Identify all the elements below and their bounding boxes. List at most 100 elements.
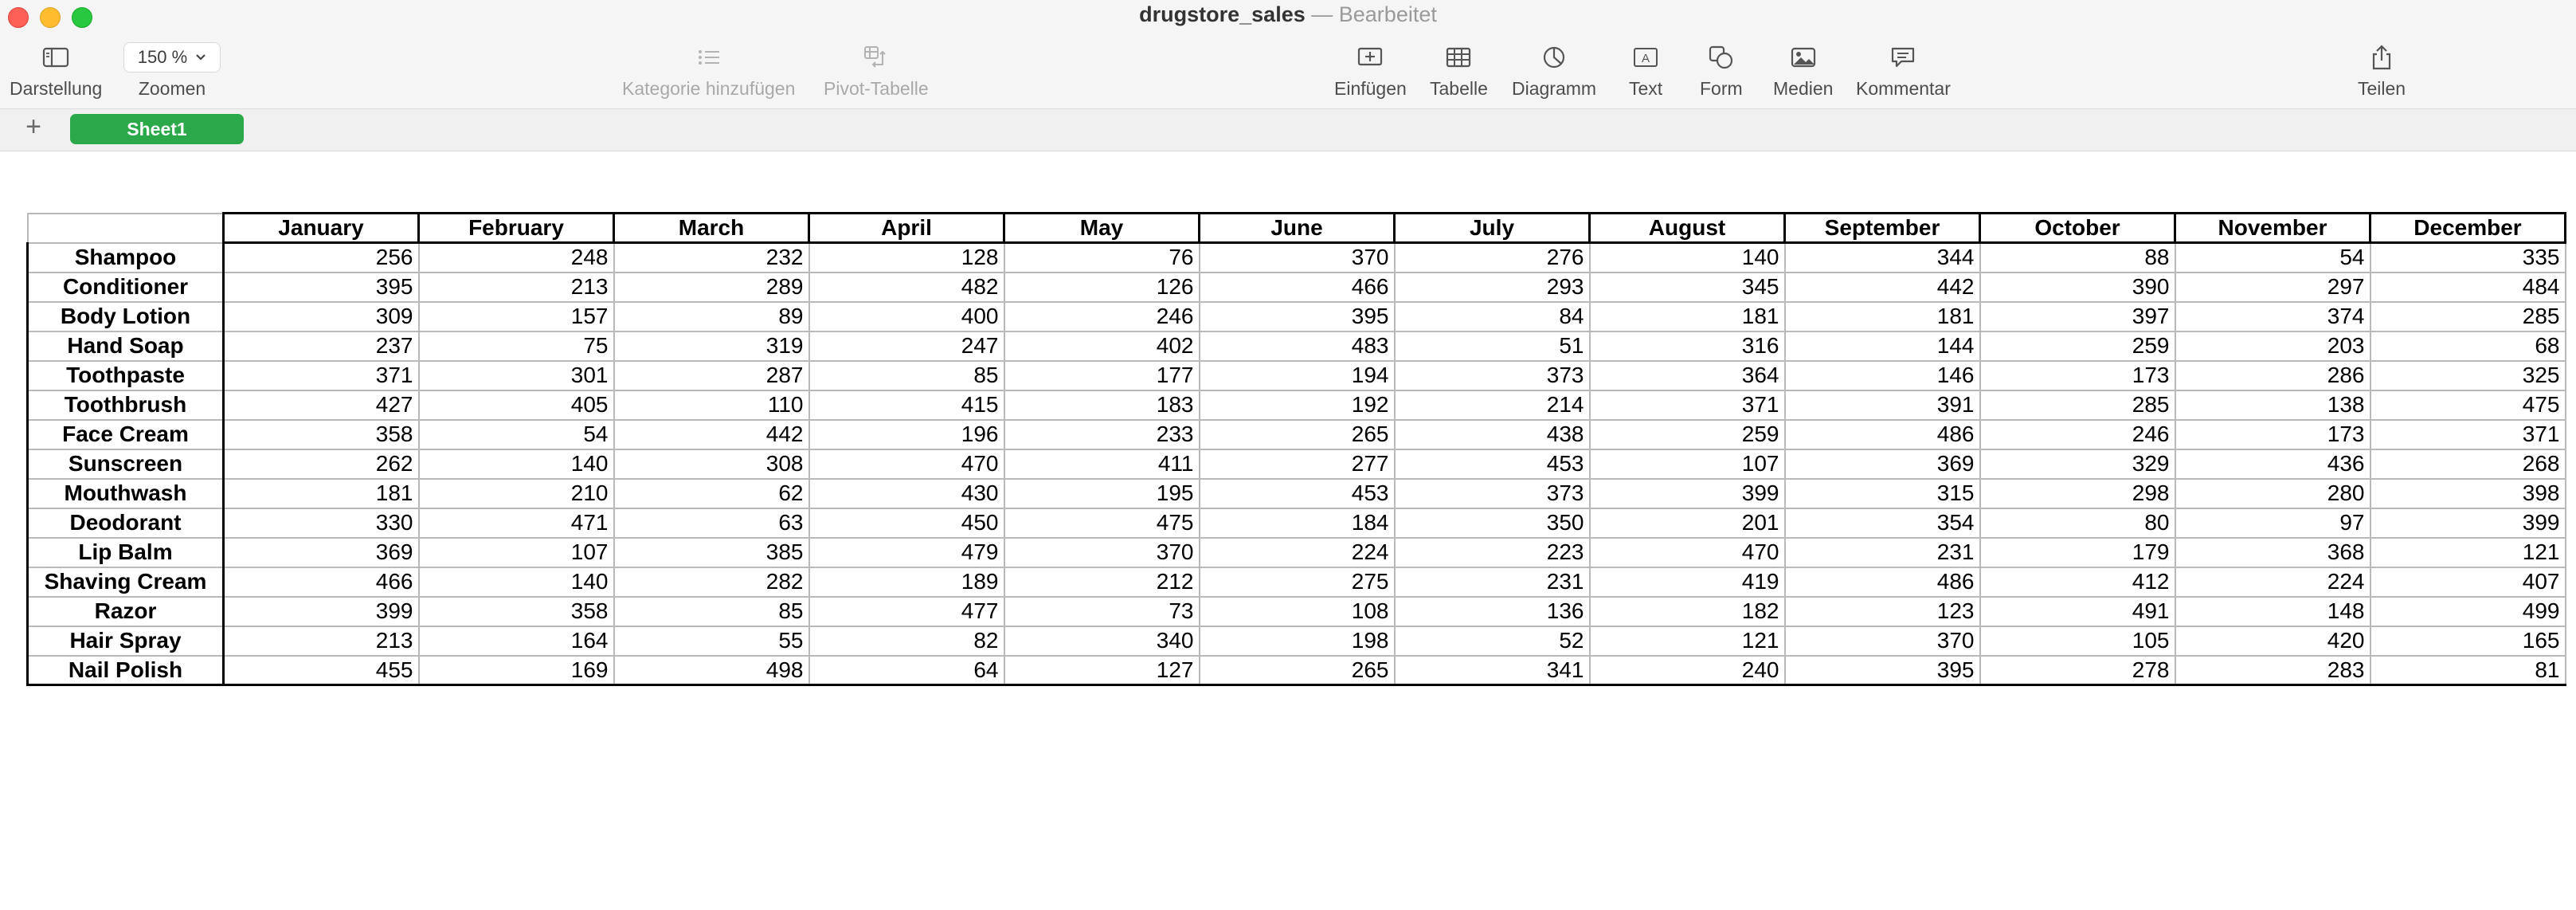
table-cell[interactable]: 358 [222, 418, 420, 450]
table-cell[interactable]: 210 [417, 477, 615, 509]
table-cell[interactable]: 237 [222, 330, 420, 362]
table-cell[interactable]: 179 [1979, 536, 2176, 568]
comment-button[interactable]: Kommentar [1856, 41, 1951, 100]
zoom-control[interactable]: 150 % Zoomen [123, 41, 221, 100]
table-cell[interactable]: 479 [808, 536, 1005, 568]
table-cell[interactable]: 385 [613, 536, 810, 568]
shape-button[interactable]: Form [1700, 41, 1743, 100]
row-header[interactable]: Nail Polish [26, 654, 225, 686]
table-cell[interactable]: 196 [808, 418, 1005, 450]
table-cell[interactable]: 450 [808, 507, 1005, 539]
table-cell[interactable]: 107 [1588, 448, 1786, 480]
column-header[interactable]: January [222, 212, 420, 244]
row-header[interactable]: Hand Soap [26, 330, 225, 362]
table-cell[interactable]: 231 [1393, 566, 1591, 598]
table-cell[interactable]: 108 [1198, 595, 1396, 627]
share-button[interactable]: Teilen [2358, 41, 2406, 100]
table-cell[interactable]: 144 [1783, 330, 1981, 362]
table-cell[interactable]: 81 [2369, 654, 2566, 686]
table-cell[interactable]: 262 [222, 448, 420, 480]
table-cell[interactable]: 194 [1198, 359, 1396, 391]
column-header[interactable]: October [1979, 212, 2176, 244]
text-button[interactable]: A Text [1629, 41, 1662, 100]
table-cell[interactable]: 76 [1003, 241, 1200, 273]
table-cell[interactable]: 325 [2369, 359, 2566, 391]
chart-button[interactable]: Diagramm [1512, 41, 1596, 100]
table-cell[interactable]: 198 [1198, 625, 1396, 657]
table-cell[interactable]: 247 [808, 330, 1005, 362]
table-cell[interactable]: 293 [1393, 271, 1591, 303]
table-cell[interactable]: 280 [2174, 477, 2371, 509]
table-cell[interactable]: 224 [1198, 536, 1396, 568]
table-cell[interactable]: 268 [2369, 448, 2566, 480]
media-button[interactable]: Medien [1773, 41, 1833, 100]
table-cell[interactable]: 330 [222, 507, 420, 539]
table-cell[interactable]: 246 [1979, 418, 2176, 450]
table-cell[interactable]: 121 [1588, 625, 1786, 657]
table-cell[interactable]: 484 [2369, 271, 2566, 303]
sales-table[interactable]: January February March April May June July Augu… [26, 212, 2566, 686]
table-cell[interactable]: 442 [1783, 271, 1981, 303]
table-cell[interactable]: 415 [808, 389, 1005, 421]
table-cell[interactable]: 181 [1783, 300, 1981, 332]
row-header[interactable]: Toothpaste [26, 359, 225, 391]
table-cell[interactable]: 287 [613, 359, 810, 391]
zoom-select[interactable]: 150 % [123, 42, 221, 73]
table-cell[interactable]: 97 [2174, 507, 2371, 539]
table-cell[interactable]: 340 [1003, 625, 1200, 657]
table-cell[interactable]: 316 [1588, 330, 1786, 362]
table-cell[interactable]: 138 [2174, 389, 2371, 421]
table-cell[interactable]: 482 [808, 271, 1005, 303]
column-header[interactable]: March [613, 212, 810, 244]
table-cell[interactable]: 126 [1003, 271, 1200, 303]
row-header[interactable]: Hair Spray [26, 625, 225, 657]
table-cell[interactable]: 395 [1198, 300, 1396, 332]
table-cell[interactable]: 223 [1393, 536, 1591, 568]
table-cell[interactable]: 455 [222, 654, 420, 686]
table-corner-cell[interactable] [26, 212, 225, 244]
table-cell[interactable]: 341 [1393, 654, 1591, 686]
pivot-table-button[interactable]: Pivot-Tabelle [824, 41, 929, 100]
column-header[interactable]: August [1588, 212, 1786, 244]
table-cell[interactable]: 265 [1198, 418, 1396, 450]
table-cell[interactable]: 181 [1588, 300, 1786, 332]
table-cell[interactable]: 286 [2174, 359, 2371, 391]
table-cell[interactable]: 395 [222, 271, 420, 303]
table-cell[interactable]: 265 [1198, 654, 1396, 686]
table-cell[interactable]: 427 [222, 389, 420, 421]
table-cell[interactable]: 173 [2174, 418, 2371, 450]
table-cell[interactable]: 344 [1783, 241, 1981, 273]
table-cell[interactable]: 453 [1393, 448, 1591, 480]
table-cell[interactable]: 419 [1588, 566, 1786, 598]
table-cell[interactable]: 165 [2369, 625, 2566, 657]
table-cell[interactable]: 177 [1003, 359, 1200, 391]
table-cell[interactable]: 370 [1003, 536, 1200, 568]
table-cell[interactable]: 368 [2174, 536, 2371, 568]
table-cell[interactable]: 442 [613, 418, 810, 450]
table-cell[interactable]: 486 [1783, 418, 1981, 450]
table-cell[interactable]: 173 [1979, 359, 2176, 391]
row-header[interactable]: Razor [26, 595, 225, 627]
table-cell[interactable]: 301 [417, 359, 615, 391]
table-cell[interactable]: 121 [2369, 536, 2566, 568]
table-cell[interactable]: 212 [1003, 566, 1200, 598]
table-cell[interactable]: 370 [1198, 241, 1396, 273]
table-cell[interactable]: 364 [1588, 359, 1786, 391]
column-header[interactable]: July [1393, 212, 1591, 244]
table-cell[interactable]: 80 [1979, 507, 2176, 539]
table-cell[interactable]: 285 [2369, 300, 2566, 332]
table-cell[interactable]: 350 [1393, 507, 1591, 539]
table-cell[interactable]: 399 [222, 595, 420, 627]
table-button[interactable]: Tabelle [1430, 41, 1488, 100]
table-cell[interactable]: 88 [1979, 241, 2176, 273]
table-cell[interactable]: 224 [2174, 566, 2371, 598]
table-cell[interactable]: 477 [808, 595, 1005, 627]
table-cell[interactable]: 371 [222, 359, 420, 391]
table-cell[interactable]: 430 [808, 477, 1005, 509]
table-cell[interactable]: 184 [1198, 507, 1396, 539]
table-cell[interactable]: 278 [1979, 654, 2176, 686]
add-sheet-button[interactable]: + [21, 113, 46, 140]
table-cell[interactable]: 373 [1393, 477, 1591, 509]
table-cell[interactable]: 329 [1979, 448, 2176, 480]
table-cell[interactable]: 475 [1003, 507, 1200, 539]
